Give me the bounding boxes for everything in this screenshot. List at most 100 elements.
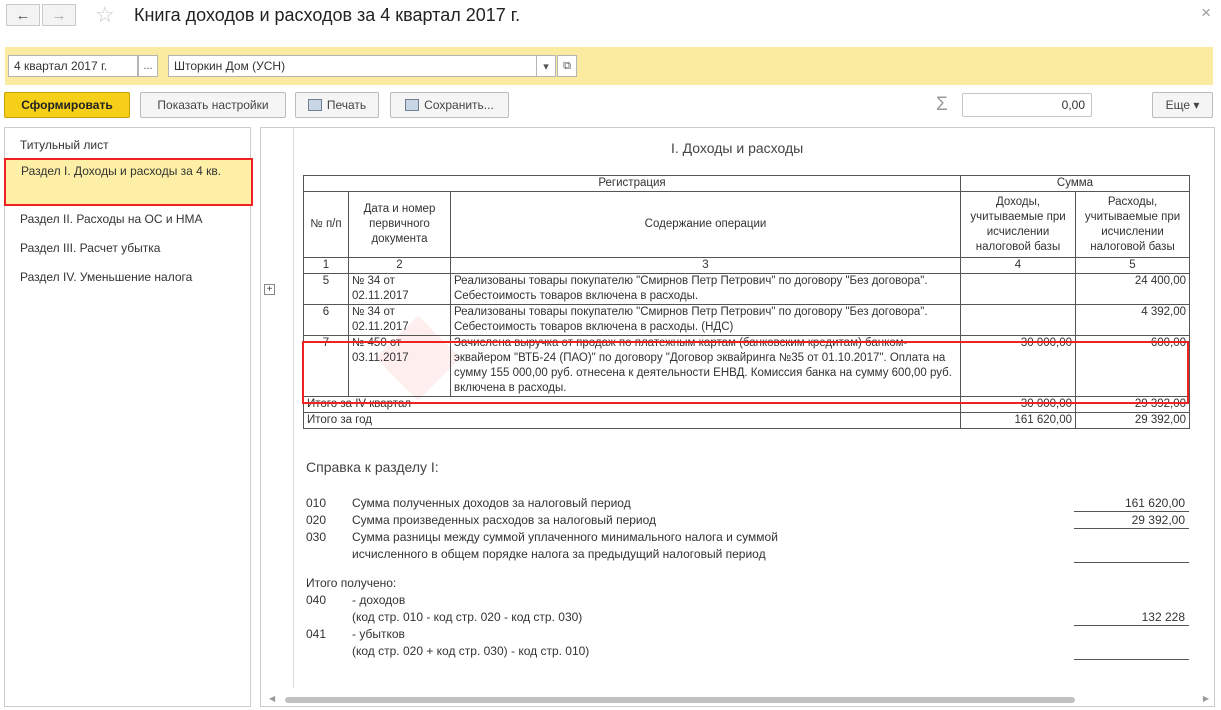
cell-content: Реализованы товары покупателю "Смирнов П…: [450, 273, 961, 305]
window-title: Книга доходов и расходов за 4 квартал 20…: [134, 5, 521, 25]
scroll-left-icon[interactable]: ◀: [269, 694, 275, 703]
line-value: 161 620,00: [1124, 496, 1185, 510]
underline: [1074, 625, 1189, 626]
cell-income: [960, 273, 1076, 305]
header-num: № п/п: [303, 191, 349, 258]
period-field[interactable]: 4 квартал 2017 г.: [8, 55, 138, 77]
organization-field[interactable]: Шторкин Дом (УСН): [168, 55, 538, 77]
reference-title: Справка к разделу I:: [306, 459, 439, 475]
sigma-icon: Σ: [936, 94, 948, 115]
header-content: Содержание операции: [450, 191, 961, 258]
nav-item-section-3[interactable]: Раздел III. Расчет убытка: [5, 237, 250, 259]
parameter-bar: 4 квартал 2017 г. ... Шторкин Дом (УСН) …: [5, 47, 1213, 85]
nav-item-section-4[interactable]: Раздел IV. Уменьшение налога: [5, 266, 250, 288]
cell-expense: 4 392,00: [1075, 304, 1190, 336]
favorite-star-icon[interactable]: ☆: [95, 2, 115, 28]
line-code: 030: [306, 530, 327, 544]
scroll-right-icon[interactable]: ▶: [1203, 694, 1209, 703]
cell-expense: 600,00: [1075, 335, 1190, 397]
scrollbar-thumb[interactable]: [285, 697, 1075, 703]
cell-doc: № 34 от 02.11.2017: [348, 273, 451, 305]
print-label: Печать: [326, 98, 367, 112]
sum-field: 0,00: [962, 93, 1092, 117]
cell-content: Реализованы товары покупателю "Смирнов П…: [450, 304, 961, 336]
line-text: - доходов: [352, 593, 406, 607]
line-text: Сумма произведенных расходов за налоговы…: [352, 513, 657, 527]
line-text: Сумма разницы между суммой уплаченного м…: [352, 530, 778, 544]
underline: [1074, 562, 1189, 563]
total-quarter-income: 30 000,00: [960, 396, 1076, 413]
total-year-row: Итого за год 161 620,00 29 392,00: [303, 412, 1190, 429]
col-number: 4: [960, 257, 1076, 274]
generate-button[interactable]: Сформировать: [4, 92, 130, 118]
received-label: Итого получено:: [306, 576, 397, 590]
close-icon[interactable]: ×: [1201, 3, 1211, 23]
header-doc: Дата и номер первичного документа: [348, 191, 451, 258]
line-code: 040: [306, 593, 327, 607]
line-text: исчисленного в общем порядке налога за п…: [352, 547, 766, 561]
col-number: 1: [303, 257, 349, 274]
back-button[interactable]: ←: [6, 4, 40, 26]
underline: [1074, 659, 1189, 660]
header-expense: Расходы, учитываемые при исчислении нало…: [1075, 191, 1190, 258]
cell-content: Зачислена выручка от продаж по платежным…: [450, 335, 961, 397]
arrow-right-icon: →: [51, 6, 67, 24]
organization-open-button[interactable]: ⧉: [557, 55, 577, 77]
print-button[interactable]: Печать: [295, 92, 379, 118]
line-code: 041: [306, 627, 327, 641]
organization-dropdown-button[interactable]: ▾: [536, 55, 556, 77]
section-navigation: Титульный лист Раздел I. Доходы и расход…: [4, 127, 253, 707]
line-code: 010: [306, 496, 327, 510]
line-text: Сумма полученных доходов за налоговый пе…: [352, 496, 631, 510]
show-settings-button[interactable]: Показать настройки: [140, 92, 286, 118]
cell-doc: № 450 от 03.11.2017: [348, 335, 451, 397]
underline: [1074, 511, 1189, 512]
income-expense-table: Регистрация Сумма № п/п Дата и номер пер…: [303, 175, 1190, 429]
col-number: 5: [1075, 257, 1190, 274]
cell-doc: № 34 от 02.11.2017: [348, 304, 451, 336]
total-quarter-label: Итого за IV квартал: [303, 396, 961, 413]
header-registration: Регистрация: [303, 175, 961, 192]
cell-expense: 24 400,00: [1075, 273, 1190, 305]
cell-num: 7: [303, 335, 349, 397]
total-quarter-expense: 29 392,00: [1075, 396, 1190, 413]
line-text: (код стр. 020 + код стр. 030) - код стр.…: [352, 644, 590, 658]
header-sum: Сумма: [960, 175, 1190, 192]
period-choose-button[interactable]: ...: [138, 55, 158, 77]
nav-item-section-2[interactable]: Раздел II. Расходы на ОС и НМА: [5, 208, 250, 230]
table-row[interactable]: 5 № 34 от 02.11.2017 Реализованы товары …: [303, 273, 1190, 305]
total-year-income: 161 620,00: [960, 412, 1076, 429]
report-title: I. Доходы и расходы: [671, 140, 804, 156]
line-code: 020: [306, 513, 327, 527]
report-gutter: +: [261, 128, 294, 688]
col-number: 2: [348, 257, 451, 274]
chevron-down-icon: ▾: [543, 60, 549, 73]
nav-item-title-page[interactable]: Титульный лист: [5, 134, 250, 156]
expand-group-icon[interactable]: +: [264, 284, 275, 295]
save-label: Сохранить...: [424, 98, 494, 112]
forward-button[interactable]: →: [42, 4, 76, 26]
horizontal-scrollbar[interactable]: ◀ ▶: [269, 694, 1209, 704]
line-text: (код стр. 010 - код стр. 020 - код стр. …: [352, 610, 583, 624]
nav-item-section-1[interactable]: Раздел I. Доходы и расходы за 4 кв.: [4, 158, 253, 206]
total-year-label: Итого за год: [303, 412, 961, 429]
total-year-expense: 29 392,00: [1075, 412, 1190, 429]
save-button[interactable]: Сохранить...: [390, 92, 509, 118]
open-icon: ⧉: [563, 59, 571, 72]
cell-income: [960, 304, 1076, 336]
printer-icon: [307, 99, 322, 111]
header-income: Доходы, учитываемые при исчислении налог…: [960, 191, 1076, 258]
line-value: 29 392,00: [1131, 513, 1185, 527]
col-number: 3: [450, 257, 961, 274]
table-row[interactable]: 7 № 450 от 03.11.2017 Зачислена выручка …: [303, 335, 1190, 397]
arrow-left-icon: ←: [15, 6, 31, 24]
line-value: 132 228: [1141, 610, 1185, 624]
underline: [1074, 528, 1189, 529]
table-row[interactable]: 6 № 34 от 02.11.2017 Реализованы товары …: [303, 304, 1190, 336]
more-button[interactable]: Еще ▾: [1152, 92, 1213, 118]
report-area: + I. Доходы и расходы Регистрация Сумма …: [260, 127, 1215, 707]
total-quarter-row: Итого за IV квартал 30 000,00 29 392,00: [303, 396, 1190, 413]
cell-income: 30 000,00: [960, 335, 1076, 397]
cell-num: 6: [303, 304, 349, 336]
cell-num: 5: [303, 273, 349, 305]
